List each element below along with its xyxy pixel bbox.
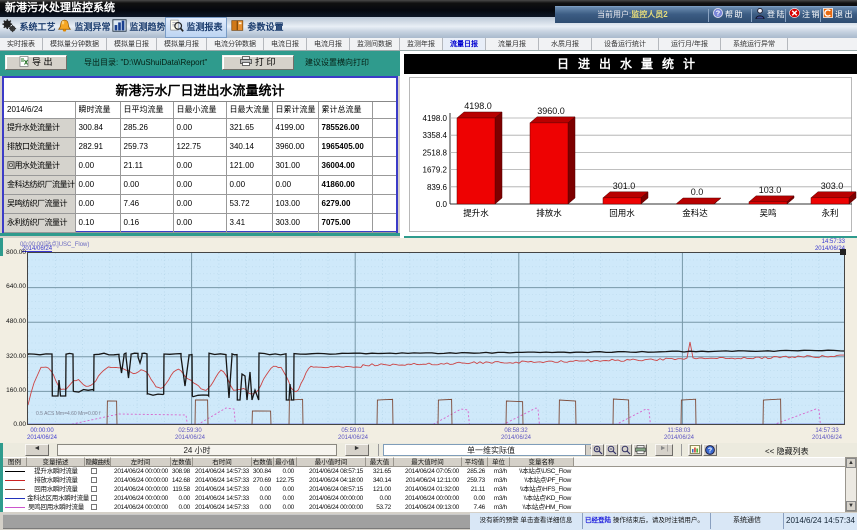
svg-text:301.0: 301.0 (613, 181, 636, 191)
svg-text:排放水: 排放水 (536, 208, 562, 218)
svg-text:2518.8: 2518.8 (423, 148, 448, 157)
svg-text:3960.0: 3960.0 (537, 106, 565, 116)
svg-text:金科达: 金科达 (682, 208, 708, 218)
svg-text:1679.2: 1679.2 (423, 166, 448, 175)
svg-text:303.0: 303.0 (821, 181, 844, 191)
svg-text:提升水: 提升水 (463, 208, 489, 218)
svg-text:3358.4: 3358.4 (423, 131, 448, 140)
svg-text:0.0: 0.0 (691, 187, 704, 197)
svg-text:?: ? (716, 9, 721, 18)
svg-text:103.0: 103.0 (759, 185, 782, 195)
svg-text:?: ? (708, 448, 712, 455)
svg-text:吴鸣: 吴鸣 (759, 208, 776, 218)
svg-text:4198.0: 4198.0 (423, 114, 448, 123)
svg-text:回用水: 回用水 (609, 208, 635, 218)
svg-text:4198.0: 4198.0 (464, 101, 492, 111)
svg-text:839.6: 839.6 (427, 183, 448, 192)
svg-text:0.0: 0.0 (436, 200, 448, 209)
svg-text:0.5 ACS Mm=4.60 Mn=0.00 f: 0.5 ACS Mm=4.60 Mn=0.00 f (36, 411, 101, 417)
svg-text:永利: 永利 (821, 208, 838, 218)
